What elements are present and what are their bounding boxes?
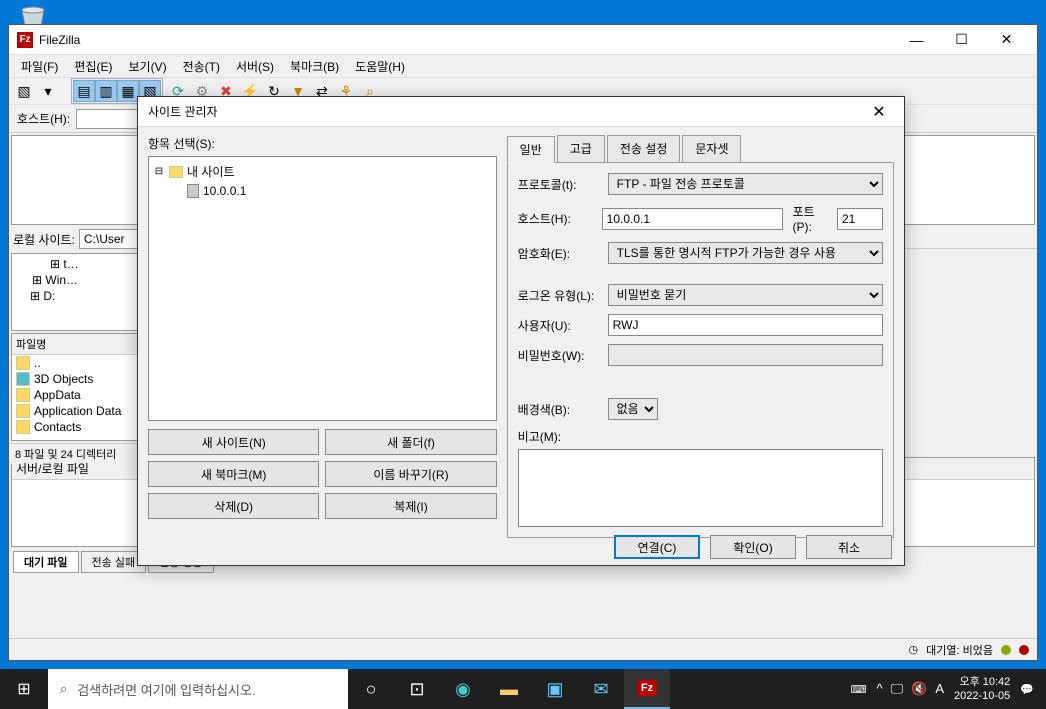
rename-button[interactable]: 이름 바꾸기(R) [325,461,496,487]
connect-button[interactable]: 연결(C) [614,535,700,559]
tray-display-icon[interactable]: 🖵 [891,681,904,697]
system-tray: ⌨ ^ 🖵 🔇 A 오후 10:42 2022-10-05 💬 [839,675,1046,704]
site-manager-dialog: 사이트 관리자 ✕ 항목 선택(S): ⊟ 내 사이트 10.0.0.1 새 사… [137,96,905,566]
app-icon: Fz [17,32,33,48]
cancel-button[interactable]: 취소 [806,535,892,559]
close-button[interactable]: ✕ [984,25,1029,55]
start-button[interactable]: ⊞ [0,669,48,709]
encryption-select[interactable]: TLS를 통한 명시적 FTP가 가능한 경우 사용 [608,242,883,264]
tree-root[interactable]: ⊟ 내 사이트 [153,161,492,182]
tab-queued[interactable]: 대기 파일 [13,551,79,573]
tab-advanced[interactable]: 고급 [557,135,605,162]
folder-icon [16,356,30,370]
queue-status-icon: ◷ [909,643,919,656]
bgcolor-select[interactable]: 없음 [608,398,658,420]
folder-icon [169,166,183,178]
ok-button[interactable]: 확인(O) [710,535,796,559]
port-field[interactable] [837,208,883,230]
tab-general[interactable]: 일반 [507,136,555,163]
tab-content-general: 프로토콜(t): FTP - 파일 전송 프로토콜 호스트(H): 포트(P):… [507,162,894,538]
menubar: 파일(F) 편집(E) 보기(V) 전송(T) 서버(S) 북마크(B) 도움말… [9,55,1037,77]
protocol-label: 프로토콜(t): [518,176,602,193]
user-label: 사용자(U): [518,317,602,334]
tray-keyboard-icon[interactable]: ⌨ [851,683,867,696]
edge-icon[interactable]: ◉ [440,669,486,709]
toggle-remote-icon[interactable]: ▦ [117,80,139,102]
menu-edit[interactable]: 편집(E) [66,58,120,75]
search-placeholder: 검색하려면 여기에 입력하십시오. [77,680,255,699]
toggle-local-icon[interactable]: ▥ [95,80,117,102]
host-label: 호스트(H): [518,210,596,227]
explorer-icon[interactable]: ▬ [486,669,532,709]
menu-transfer[interactable]: 전송(T) [175,58,228,75]
tray-ime-icon[interactable]: A [935,681,944,697]
sitemanager-icon[interactable]: ▧ [13,80,35,102]
notifications-icon[interactable]: 💬 [1020,683,1034,696]
status-dot-2 [1019,645,1029,655]
status-dot-1 [1001,645,1011,655]
user-field[interactable] [608,314,883,336]
new-folder-button[interactable]: 새 폴더(f) [325,429,496,455]
dialog-titlebar: 사이트 관리자 ✕ [138,97,904,127]
menu-bookmarks[interactable]: 북마크(B) [282,58,347,75]
toggle-log-icon[interactable]: ▤ [73,80,95,102]
tree-toggle-icon[interactable]: ⊟ [153,166,165,177]
host-label: 호스트(H): [17,110,70,127]
titlebar: Fz FileZilla — ☐ ✕ [9,25,1037,55]
statusbar: ◷ 대기열: 비었음 [9,638,1037,660]
new-bookmark-button[interactable]: 새 북마크(M) [148,461,319,487]
encryption-label: 암호화(E): [518,245,602,262]
tray-clock[interactable]: 오후 10:42 2022-10-05 [954,675,1010,704]
tab-transfer[interactable]: 전송 설정 [607,135,681,162]
menu-file[interactable]: 파일(F) [13,58,66,75]
taskbar: ⊞ ⌕ 검색하려면 여기에 입력하십시오. ○ ⊡ ◉ ▬ ▣ ✉ Fz ⌨ ^… [0,669,1046,709]
dialog-tabs: 일반 고급 전송 설정 문자셋 [507,135,894,162]
cortana-icon[interactable]: ○ [348,669,394,709]
local-site-label: 로컬 사이트: [13,231,75,248]
site-tree[interactable]: ⊟ 내 사이트 10.0.0.1 [148,156,497,421]
filezilla-task-icon[interactable]: Fz [624,669,670,709]
password-field[interactable] [608,344,883,366]
tree-site-item[interactable]: 10.0.0.1 [153,182,492,200]
dropdown-icon[interactable]: ▾ [37,80,59,102]
col-filename[interactable]: 파일명 [16,336,46,352]
tray-volume-icon[interactable]: 🔇 [911,681,927,697]
folder-icon [16,372,30,386]
tab-charset[interactable]: 문자셋 [682,135,741,162]
folder-icon [16,388,30,402]
new-site-button[interactable]: 새 사이트(N) [148,429,319,455]
menu-view[interactable]: 보기(V) [120,58,174,75]
search-box[interactable]: ⌕ 검색하려면 여기에 입력하십시오. [48,669,348,709]
mail-icon[interactable]: ✉ [578,669,624,709]
port-label: 포트(P): [793,203,831,234]
tray-up-icon[interactable]: ^ [877,681,883,697]
select-entry-label: 항목 선택(S): [148,135,497,152]
logon-type-label: 로그온 유형(L): [518,287,602,304]
memo-label: 비고(M): [518,428,883,445]
delete-button[interactable]: 삭제(D) [148,493,319,519]
search-icon: ⌕ [60,681,67,697]
folder-icon [16,420,30,434]
protocol-select[interactable]: FTP - 파일 전송 프로토콜 [608,173,883,195]
bgcolor-label: 배경색(B): [518,401,602,418]
dialog-close-button[interactable]: ✕ [864,97,894,127]
store-icon[interactable]: ▣ [532,669,578,709]
server-icon [187,184,199,198]
duplicate-button[interactable]: 복제(I) [325,493,496,519]
queue-status-text: 대기열: 비었음 [926,642,993,658]
logon-type-select[interactable]: 비밀번호 묻기 [608,284,883,306]
window-title: FileZilla [39,33,894,47]
minimize-button[interactable]: — [894,25,939,55]
taskview-icon[interactable]: ⊡ [394,669,440,709]
memo-textarea[interactable] [518,449,883,527]
menu-server[interactable]: 서버(S) [228,58,282,75]
dialog-title: 사이트 관리자 [148,103,864,120]
password-label: 비밀번호(W): [518,347,602,364]
folder-icon [16,404,30,418]
menu-help[interactable]: 도움말(H) [347,58,413,75]
host-field[interactable] [602,208,783,230]
maximize-button[interactable]: ☐ [939,25,984,55]
